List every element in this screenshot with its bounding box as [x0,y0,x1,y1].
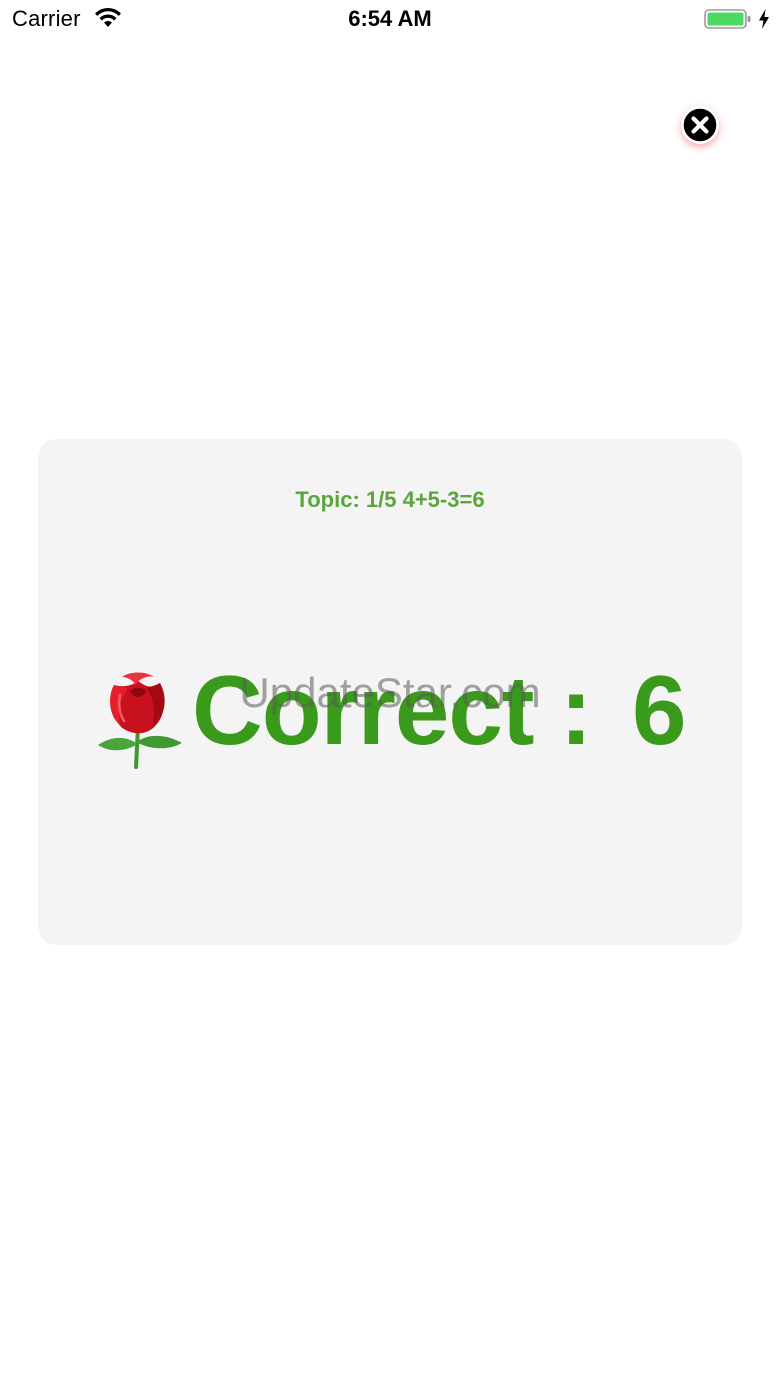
result-value: 6 [632,655,687,765]
rose-icon [98,672,182,769]
screen: Carrier 6:54 AM Topic: 1/5 4+5-3=6 Corre… [0,0,780,1387]
status-bar: Carrier 6:54 AM [0,0,780,40]
result-label: Correct : [192,655,592,765]
topic-label: Topic: 1/5 4+5-3=6 [295,487,485,512]
result-card: Topic: 1/5 4+5-3=6 Correct: 6 [38,439,742,945]
close-icon [682,107,718,143]
close-button[interactable] [681,106,719,144]
charging-bolt-icon [759,9,769,29]
status-time: 6:54 AM [348,6,432,31]
battery-icon [704,9,751,29]
